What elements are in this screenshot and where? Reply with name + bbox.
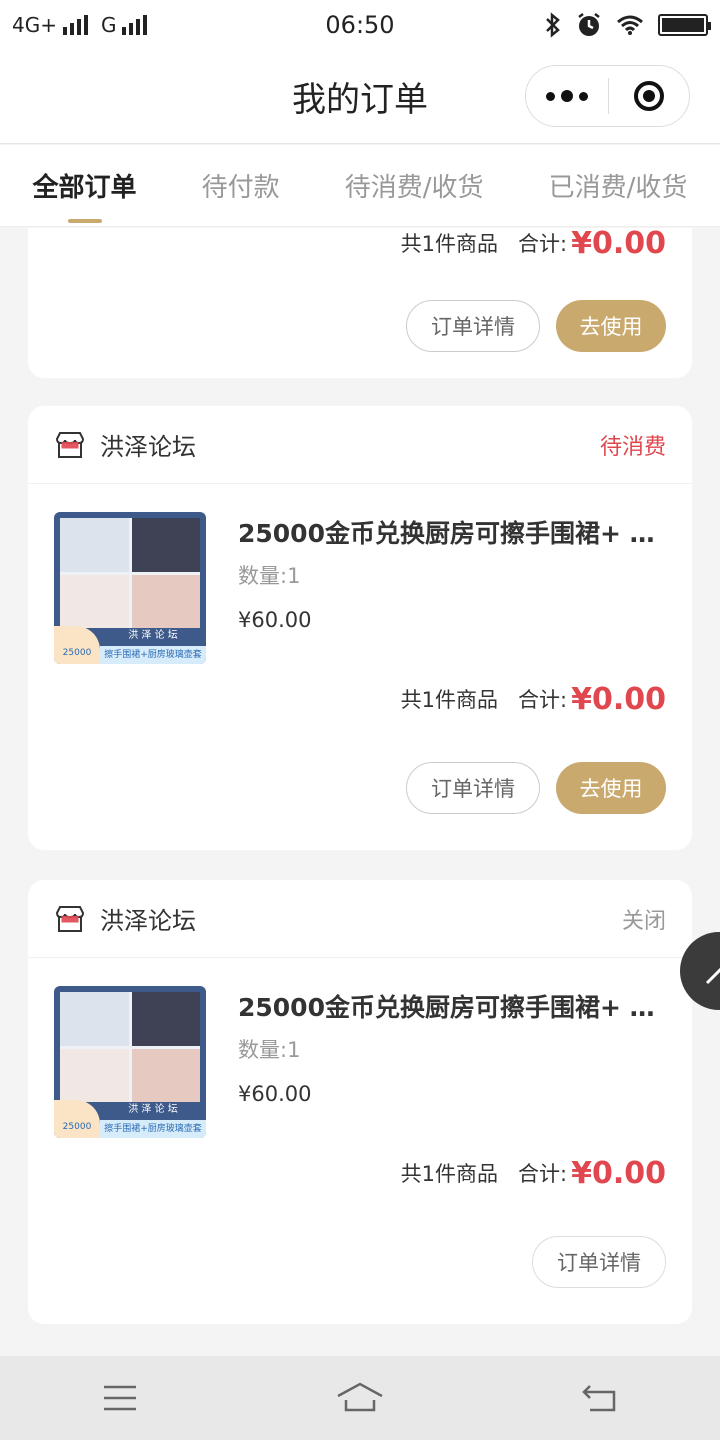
order-total-row: 共1件商品 合计: ¥0.00 — [28, 228, 692, 274]
more-dots-icon[interactable] — [526, 66, 608, 126]
order-status: 关闭 — [621, 908, 666, 934]
order-card-header: 洪泽论坛 关闭 — [28, 880, 692, 958]
order-total-row: 共1件商品 合计: ¥0.00 — [28, 668, 692, 730]
shop-name[interactable]: 洪泽论坛 — [100, 901, 196, 936]
item-count: 共1件商品 — [400, 1162, 499, 1186]
order-actions: 订单详情 — [28, 1204, 692, 1320]
order-detail-button[interactable]: 订单详情 — [532, 1236, 666, 1288]
product-name: 25000金币兑换厨房可擦手围裙+ … — [238, 519, 655, 548]
product-quantity: 数量:1 — [238, 1038, 301, 1062]
tab-consumed[interactable]: 已消费/收货 — [549, 145, 688, 227]
wifi-icon — [617, 15, 643, 35]
thumbnail-caption: 擦手围裙+厨房玻璃壶套装 — [100, 646, 206, 664]
product-price: ¥60.00 — [238, 608, 312, 632]
network-indicators: 4G+ G — [12, 13, 160, 37]
total-amount: ¥0.00 — [571, 228, 666, 261]
signal-icon — [62, 15, 91, 35]
item-count: 共1件商品 — [400, 232, 499, 256]
product-thumbnail[interactable]: 洪 泽 论 坛 擦手围裙+厨房玻璃壶套装 25000 — [54, 986, 206, 1138]
thumbnail-coin-badge: 25000 — [54, 626, 100, 664]
status-bar: 4G+ G 06:50 — [0, 0, 720, 50]
order-actions: 订单详情 去使用 — [28, 730, 692, 846]
network-type-label: 4G+ — [12, 13, 57, 37]
tab-pending-payment[interactable]: 待付款 — [202, 145, 280, 227]
order-card-header: 洪泽论坛 待消费 — [28, 406, 692, 484]
product-price: ¥60.00 — [238, 1082, 312, 1106]
shop-icon — [55, 905, 85, 932]
battery-icon — [658, 14, 711, 36]
product-thumbnail[interactable]: 洪 泽 论 坛 擦手围裙+厨房玻璃壶套装 25000 — [54, 512, 206, 664]
total-label: 合计: — [518, 1162, 568, 1186]
system-navigation-bar — [0, 1356, 720, 1440]
alarm-icon — [578, 13, 600, 36]
arrow-up-icon — [705, 967, 720, 985]
order-card: 洪泽论坛 待消费 洪 泽 论 坛 擦手围裙+厨房玻璃壶套装 25000 2500… — [28, 406, 692, 850]
thumbnail-coin-badge: 25000 — [54, 1100, 100, 1138]
order-card: 洪泽论坛 关闭 洪 泽 论 坛 擦手围裙+厨房玻璃壶套装 25000 25000… — [28, 880, 692, 1324]
order-detail-button[interactable]: 订单详情 — [406, 762, 540, 814]
bluetooth-icon — [546, 12, 560, 38]
total-amount: ¥0.00 — [571, 681, 666, 717]
thumbnail-brand-text: 洪 泽 论 坛 — [128, 1104, 178, 1115]
use-button[interactable]: 去使用 — [556, 762, 666, 814]
navigation-bar: 我的订单 — [0, 50, 720, 144]
back-icon[interactable] — [570, 1373, 630, 1423]
tab-pending-consumption[interactable]: 待消费/收货 — [345, 145, 484, 227]
thumbnail-caption: 擦手围裙+厨房玻璃壶套装 — [100, 1120, 206, 1138]
signal-icon-2 — [122, 15, 150, 35]
order-total-row: 共1件商品 合计: ¥0.00 — [28, 1142, 692, 1204]
order-detail-button[interactable]: 订单详情 — [406, 300, 540, 352]
order-tabs: 全部订单 待付款 待消费/收货 已消费/收货 — [0, 145, 720, 227]
shop-icon — [55, 431, 85, 458]
order-item[interactable]: 洪 泽 论 坛 擦手围裙+厨房玻璃壶套装 25000 25000金币兑换厨房可擦… — [28, 484, 692, 668]
mini-program-capsule — [525, 65, 690, 127]
use-button[interactable]: 去使用 — [556, 300, 666, 352]
total-label: 合计: — [518, 688, 568, 712]
product-name: 25000金币兑换厨房可擦手围裙+ … — [238, 993, 655, 1022]
product-quantity: 数量:1 — [238, 564, 301, 588]
tab-all-orders[interactable]: 全部订单 — [33, 145, 137, 227]
shop-name[interactable]: 洪泽论坛 — [100, 427, 196, 462]
home-icon[interactable] — [330, 1373, 390, 1423]
total-label: 合计: — [518, 232, 568, 256]
thumbnail-brand-text: 洪 泽 论 坛 — [128, 630, 178, 641]
order-item[interactable]: 洪 泽 论 坛 擦手围裙+厨房玻璃壶套装 25000 25000金币兑换厨房可擦… — [28, 958, 692, 1142]
item-count: 共1件商品 — [400, 688, 499, 712]
total-amount: ¥0.00 — [571, 1155, 666, 1191]
order-card: 共1件商品 合计: ¥0.00 订单详情 去使用 — [28, 228, 692, 378]
network-type-label-2: G — [100, 13, 117, 37]
order-actions: 订单详情 去使用 — [28, 274, 692, 378]
target-circle-icon[interactable] — [609, 66, 689, 126]
order-list[interactable]: 共1件商品 合计: ¥0.00 订单详情 去使用 洪泽论坛 待消费 洪 泽 论 … — [0, 228, 720, 1356]
order-status: 待消费 — [599, 434, 666, 460]
menu-icon[interactable] — [90, 1373, 150, 1423]
